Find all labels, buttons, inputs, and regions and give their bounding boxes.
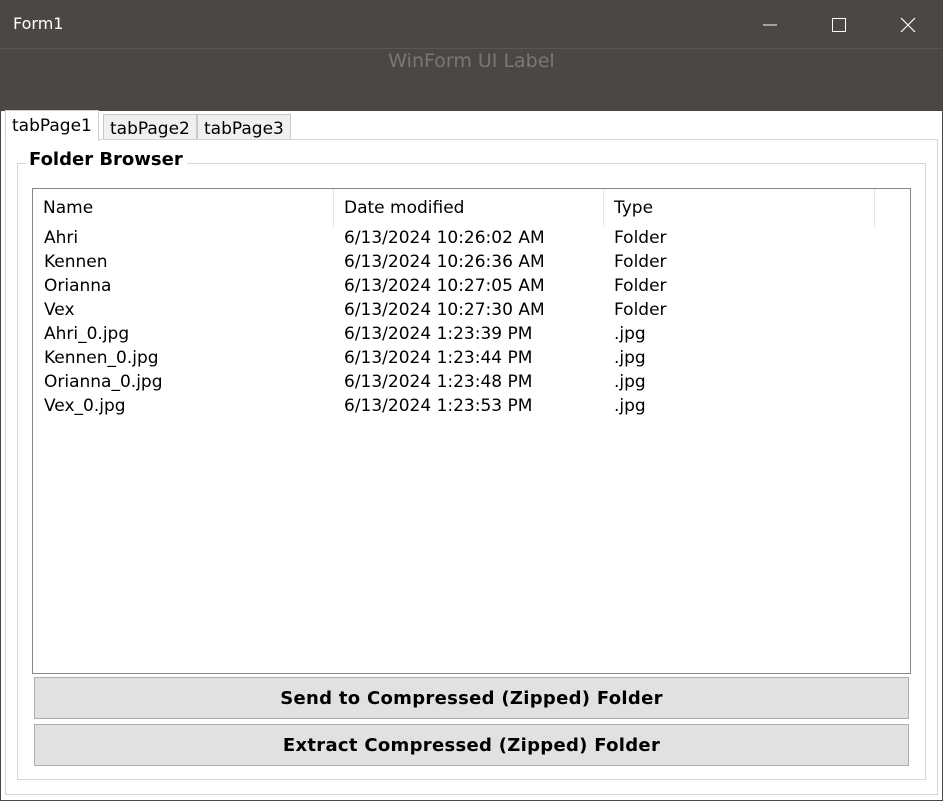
item-date: 6/13/2024 10:27:30 AM xyxy=(344,300,545,320)
item-date: 6/13/2024 1:23:44 PM xyxy=(344,348,533,368)
item-name: Vex_0.jpg xyxy=(44,396,126,416)
list-rows: Ahri 6/13/2024 10:26:02 AM Folder Kennen… xyxy=(33,227,910,419)
item-name: Vex xyxy=(44,300,75,320)
file-list-view[interactable]: Name Date modified Type Ahri 6/13/2024 1… xyxy=(32,188,911,674)
item-type: .jpg xyxy=(614,348,646,368)
form-window: Form1 WinForm UI Label tabPage1 tabPage2… xyxy=(0,0,943,801)
item-type: .jpg xyxy=(614,396,646,416)
group-title: Folder Browser xyxy=(25,149,187,170)
title-bar[interactable]: Form1 xyxy=(1,1,942,48)
list-item[interactable]: Kennen 6/13/2024 10:26:36 AM Folder xyxy=(33,251,910,275)
close-icon xyxy=(900,17,916,32)
tab-page-2[interactable]: tabPage2 xyxy=(103,114,197,140)
list-item[interactable]: Kennen_0.jpg 6/13/2024 1:23:44 PM .jpg xyxy=(33,347,910,371)
maximize-button[interactable] xyxy=(804,1,874,48)
tab-page-1[interactable]: tabPage1 xyxy=(5,110,99,141)
minimize-button[interactable] xyxy=(735,1,805,48)
header-panel: WinForm UI Label xyxy=(1,48,942,111)
list-item[interactable]: Orianna 6/13/2024 10:27:05 AM Folder xyxy=(33,275,910,299)
tab-strip: tabPage1 tabPage2 tabPage3 xyxy=(1,110,942,141)
item-date: 6/13/2024 1:23:39 PM xyxy=(344,324,533,344)
item-name: Ahri_0.jpg xyxy=(44,324,130,344)
list-item[interactable]: Ahri 6/13/2024 10:26:02 AM Folder xyxy=(33,227,910,251)
item-name: Orianna_0.jpg xyxy=(44,372,163,392)
item-name: Ahri xyxy=(44,228,79,248)
item-type: .jpg xyxy=(614,372,646,392)
maximize-icon xyxy=(832,17,846,32)
item-name: Kennen_0.jpg xyxy=(44,348,159,368)
minimize-icon xyxy=(763,24,777,25)
list-item[interactable]: Vex 6/13/2024 10:27:30 AM Folder xyxy=(33,299,910,323)
item-name: Kennen xyxy=(44,252,108,272)
item-type: Folder xyxy=(614,228,667,248)
column-header-date[interactable]: Date modified xyxy=(334,189,604,227)
item-type: .jpg xyxy=(614,324,646,344)
item-type: Folder xyxy=(614,276,667,296)
item-date: 6/13/2024 10:26:02 AM xyxy=(344,228,545,248)
item-type: Folder xyxy=(614,300,667,320)
item-date: 6/13/2024 10:26:36 AM xyxy=(344,252,545,272)
column-header-name[interactable]: Name xyxy=(33,189,334,227)
item-date: 6/13/2024 1:23:53 PM xyxy=(344,396,533,416)
window-title: Form1 xyxy=(13,14,64,33)
item-name: Orianna xyxy=(44,276,112,296)
item-type: Folder xyxy=(614,252,667,272)
header-label: WinForm UI Label xyxy=(388,50,555,72)
tab-page-3[interactable]: tabPage3 xyxy=(197,114,291,140)
send-to-compressed-folder-button[interactable]: Send to Compressed (Zipped) Folder xyxy=(34,677,909,719)
close-button[interactable] xyxy=(873,1,943,48)
extract-compressed-folder-button[interactable]: Extract Compressed (Zipped) Folder xyxy=(34,724,909,766)
item-date: 6/13/2024 10:27:05 AM xyxy=(344,276,545,296)
item-date: 6/13/2024 1:23:48 PM xyxy=(344,372,533,392)
list-item[interactable]: Orianna_0.jpg 6/13/2024 1:23:48 PM .jpg xyxy=(33,371,910,395)
list-item[interactable]: Ahri_0.jpg 6/13/2024 1:23:39 PM .jpg xyxy=(33,323,910,347)
column-header-type[interactable]: Type xyxy=(604,189,875,227)
list-header: Name Date modified Type xyxy=(33,189,910,227)
list-item[interactable]: Vex_0.jpg 6/13/2024 1:23:53 PM .jpg xyxy=(33,395,910,419)
